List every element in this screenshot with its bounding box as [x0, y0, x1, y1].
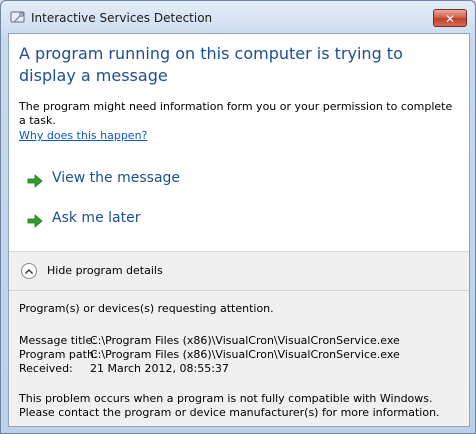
message-title-row: Message title:C:\Program Files (x86)\Vis… [19, 334, 400, 347]
window-title: Interactive Services Detection [31, 11, 213, 25]
why-does-this-happen-link[interactable]: Why does this happen? [19, 129, 147, 142]
program-details-panel: Hide program details Program(s) or devic… [9, 251, 469, 426]
close-button[interactable]: ✕ [433, 9, 467, 27]
received-row: Received: 21 March 2012, 08:55:37 [19, 362, 229, 375]
dialog-content: A program running on this computer is tr… [8, 33, 470, 427]
dialog-window: Interactive Services Detection ✕ A progr… [0, 0, 476, 434]
interactive-services-icon [10, 10, 26, 26]
message-title-key: Message title: [19, 334, 96, 347]
ask-me-later-command-link[interactable]: Ask me later [27, 208, 327, 232]
program-path-value: C:\Program Files (x86)\VisualCron\Visual… [90, 348, 400, 361]
program-path-key: Program path: [19, 348, 98, 361]
requesting-attention-text: Program(s) or devices(s) requesting atte… [19, 302, 274, 315]
green-arrow-icon [27, 213, 43, 228]
hide-program-details-label: Hide program details [47, 264, 163, 277]
close-icon: ✕ [444, 12, 456, 26]
details-divider [9, 290, 469, 291]
compatibility-note-line-2: Please contact the program or device man… [19, 406, 440, 419]
ask-me-later-label: Ask me later [52, 210, 141, 226]
green-arrow-icon [27, 173, 43, 188]
hide-program-details-toggle[interactable]: Hide program details [21, 262, 221, 282]
compatibility-note-line-1: This problem occurs when a program is no… [19, 392, 433, 405]
received-value: 21 March 2012, 08:55:37 [90, 362, 229, 375]
view-message-command-link[interactable]: View the message [27, 168, 327, 192]
message-title-value: C:\Program Files (x86)\VisualCron\Visual… [90, 334, 400, 347]
title-bar[interactable]: Interactive Services Detection ✕ [1, 1, 475, 35]
received-key: Received: [19, 362, 73, 375]
view-message-label: View the message [52, 170, 181, 186]
main-instruction: A program running on this computer is tr… [19, 44, 403, 85]
program-path-row: Program path:C:\Program Files (x86)\Visu… [19, 348, 400, 361]
description-text: The program might need information form … [19, 100, 453, 127]
chevron-up-icon [21, 263, 37, 279]
